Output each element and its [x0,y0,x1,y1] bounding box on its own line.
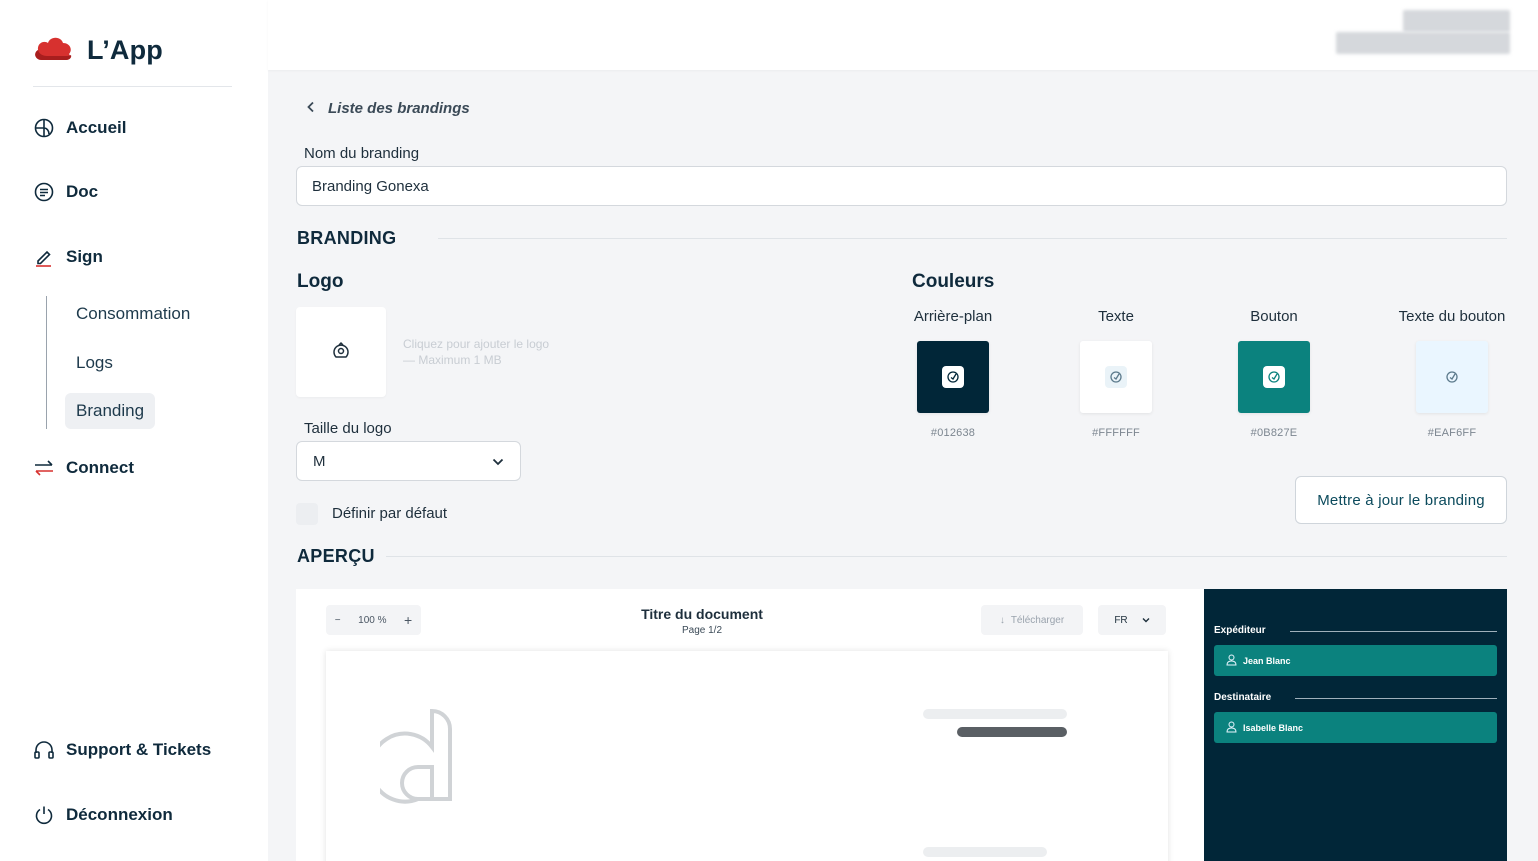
subnav-line [46,296,47,429]
color-swatch-text[interactable] [1080,341,1152,413]
power-icon [33,804,55,826]
chevron-down-icon [1142,615,1150,626]
download-label: Télécharger [1010,614,1065,626]
divider [1290,631,1497,632]
cloud-logo-icon [33,34,73,67]
logo-hint: Cliquez pour ajouter le logo — Maximum 1… [403,336,549,368]
headset-icon [33,739,55,761]
logo-upload[interactable] [296,307,386,397]
branding-name-input[interactable] [296,166,1507,206]
recipient-name: Isabelle Blanc [1243,722,1304,733]
chevron-left-icon [306,100,316,117]
color-item-button: Bouton #0B827E [1219,308,1329,439]
nav-label: Déconnexion [66,805,173,824]
user-icon [1226,721,1237,735]
globe-icon [33,117,55,139]
color-hex: #012638 [930,427,976,439]
branding-preview: − 100 % + Titre du document Page 1/2 ↓ T… [296,589,1507,861]
pen-icon [33,246,55,268]
placeholder-line [957,727,1067,737]
logo-size-value: M [313,452,326,470]
placeholder-line [923,847,1047,857]
update-branding-button[interactable]: Mettre à jour le branding [1295,476,1507,524]
color-swatch-button[interactable] [1238,341,1310,413]
sender-name: Jean Blanc [1243,655,1291,666]
color-name: Texte [1098,308,1134,325]
sender-item[interactable]: Jean Blanc [1214,645,1497,676]
nav-label: Doc [66,182,99,201]
color-item-text: Texte #FFFFFF [1061,308,1171,439]
logo-hint-line: Cliquez pour ajouter le logo [403,337,550,351]
app-name: L’App [87,35,163,65]
sidebar-item-logs[interactable]: Logs [65,345,124,381]
section-title-branding: BRANDING [297,228,397,248]
divider [33,86,232,87]
sidebar-item-branding[interactable]: Branding [65,393,156,429]
arrows-swap-icon [33,457,55,479]
nav-label: Sign [66,247,103,266]
section-title-apercu: APERÇU [297,546,375,566]
user-email-redacted[interactable] [1336,32,1510,54]
divider [386,556,1507,557]
color-name: Arrière-plan [913,308,993,325]
color-picker-icon [1263,366,1285,388]
chevron-down-icon [492,453,504,470]
language-select[interactable]: FR [1098,605,1166,635]
name-label: Nom du branding [304,145,420,162]
color-swatch-background[interactable] [917,341,989,413]
color-name: Texte du bouton [1398,308,1506,325]
divider [438,238,1507,239]
default-checkbox[interactable] [296,503,318,525]
upload-icon [331,340,351,365]
sender-label: Expéditeur [1214,625,1266,636]
nav-item-accueil[interactable]: Accueil [33,117,126,139]
nav-item-sign[interactable]: Sign [33,246,103,268]
logo-size-label: Taille du logo [304,420,392,437]
colors-title: Couleurs [912,271,995,292]
logo-size-select[interactable]: M [296,441,521,481]
color-hex: #0B827E [1250,427,1298,439]
download-icon: ↓ [999,614,1005,626]
color-item-background: Arrière-plan #012638 [898,308,1008,439]
color-picker-icon [1441,366,1463,388]
app-brand[interactable]: L’App [33,34,163,67]
nav-label: Accueil [66,118,127,137]
user-icon [1226,654,1237,668]
language-value: FR [1114,614,1128,626]
nav-label: Connect [66,458,134,477]
color-swatch-button-text[interactable] [1416,341,1488,413]
recipient-item[interactable]: Isabelle Blanc [1214,712,1497,743]
preview-signers-panel: Expéditeur Jean Blanc Destinataire Isabe… [1204,589,1507,861]
color-picker-icon [942,366,964,388]
color-item-button-text: Texte du bouton #EAF6FF [1382,308,1522,439]
divider [1295,698,1497,699]
nav-item-doc[interactable]: Doc [33,181,98,203]
document-page [326,651,1168,861]
download-button[interactable]: ↓ Télécharger [981,605,1083,635]
color-hex: #EAF6FF [1427,427,1477,439]
logo-hint-line: — Maximum 1 MB [403,353,502,367]
nav-item-support[interactable]: Support & Tickets [33,739,211,761]
nav-item-logout[interactable]: Déconnexion [33,804,173,826]
document-logo-placeholder-icon [368,707,456,810]
color-picker-icon [1105,366,1127,388]
logo-title: Logo [297,271,344,292]
nav-label: Support & Tickets [66,740,212,759]
document-icon [33,181,55,203]
recipient-label: Destinataire [1214,692,1272,703]
topbar [268,0,1538,70]
color-name: Bouton [1250,308,1298,325]
user-name-redacted[interactable] [1403,10,1510,32]
preview-document-area: − 100 % + Titre du document Page 1/2 ↓ T… [296,589,1199,861]
placeholder-line [923,709,1067,719]
back-link[interactable]: Liste des brandings [306,100,470,117]
sidebar-item-consommation[interactable]: Consommation [65,296,201,332]
sidebar: L’App Accueil Doc Sign Consommation Logs… [0,0,268,861]
default-label: Définir par défaut [332,505,448,522]
back-label: Liste des brandings [328,100,470,117]
color-hex: #FFFFFF [1092,427,1140,439]
nav-item-connect[interactable]: Connect [33,457,134,479]
